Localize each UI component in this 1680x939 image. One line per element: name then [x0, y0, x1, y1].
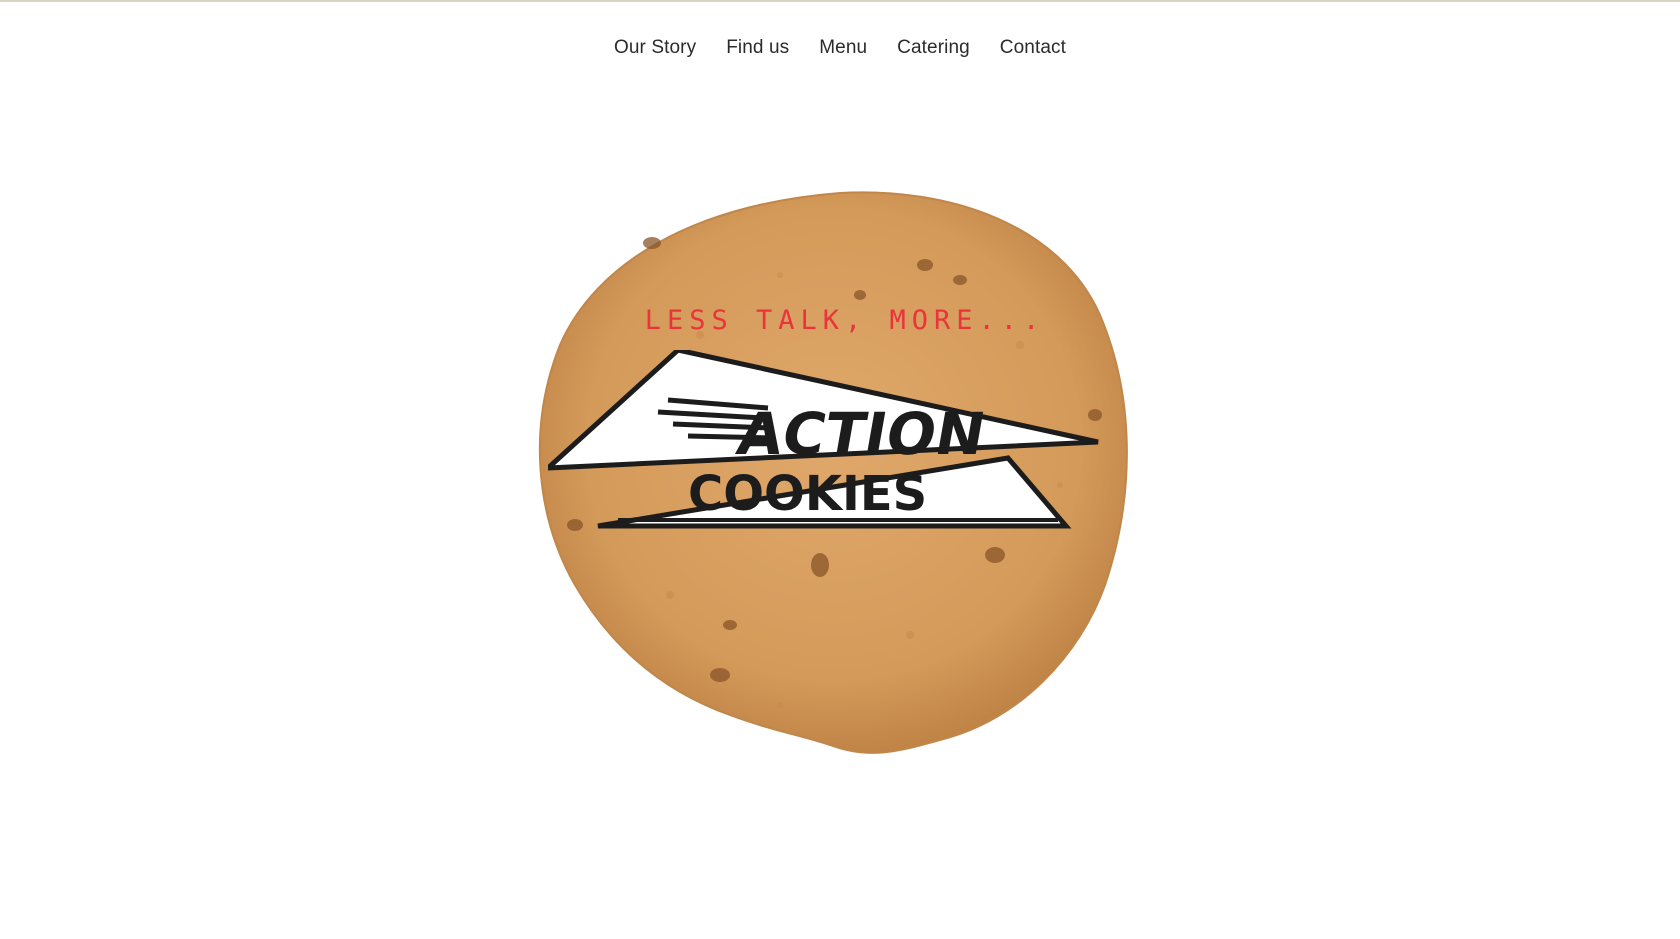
top-border [0, 0, 1680, 2]
nav-menu[interactable]: Menu [819, 34, 867, 62]
main-nav: Our Story Find us Menu Catering Contact [0, 34, 1680, 62]
logo-line-1: ACTION [732, 400, 990, 467]
nav-find-us[interactable]: Find us [726, 34, 789, 62]
logo-line-2: COOKIES [688, 466, 927, 522]
hero-cookie: LESS TALK, MORE... ACTION COOKIES [520, 185, 1170, 785]
tagline: LESS TALK, MORE... [644, 305, 1046, 336]
nav-contact[interactable]: Contact [1000, 34, 1066, 62]
nav-our-story[interactable]: Our Story [614, 34, 696, 62]
action-cookies-logo: ACTION COOKIES [548, 350, 1108, 535]
nav-catering[interactable]: Catering [897, 34, 970, 62]
